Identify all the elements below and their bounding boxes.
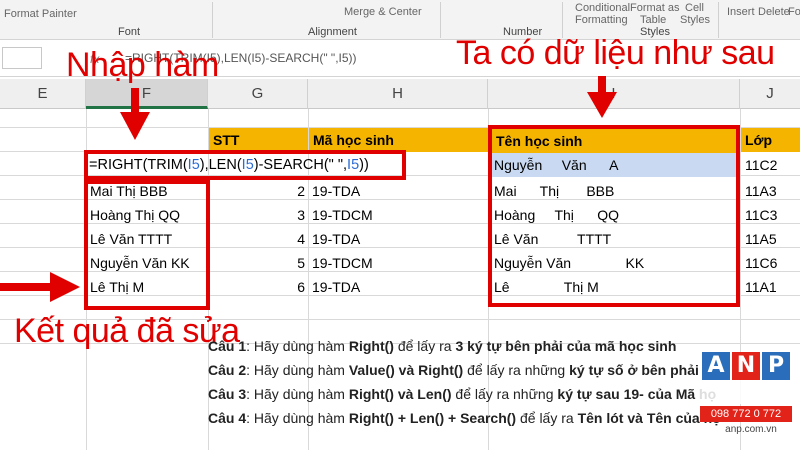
logo-letter: P — [762, 352, 790, 380]
logo-letter: A — [702, 352, 730, 380]
anp-logo: A N P 098 772 0 772 anp.com.vn — [700, 352, 792, 442]
question-line: Câu 1: Hãy dùng hàm Right() để lấy ra 3 … — [208, 338, 677, 354]
arrows-overlay — [0, 76, 617, 302]
logo-website: anp.com.vn — [725, 424, 777, 435]
logo-phone: 098 772 0 772 — [700, 406, 792, 422]
question-line: Câu 3: Hãy dùng hàm Right() và Len() để … — [208, 386, 717, 402]
question-line: Câu 4: Hãy dùng hàm Right() + Len() + Se… — [208, 410, 721, 426]
down-arrow-icon — [587, 76, 617, 118]
down-arrow-icon — [120, 88, 150, 140]
right-arrow-icon — [0, 272, 80, 302]
question-line: Câu 2: Hãy dùng hàm Value() và Right() đ… — [208, 362, 720, 378]
logo-letter: N — [732, 352, 760, 380]
